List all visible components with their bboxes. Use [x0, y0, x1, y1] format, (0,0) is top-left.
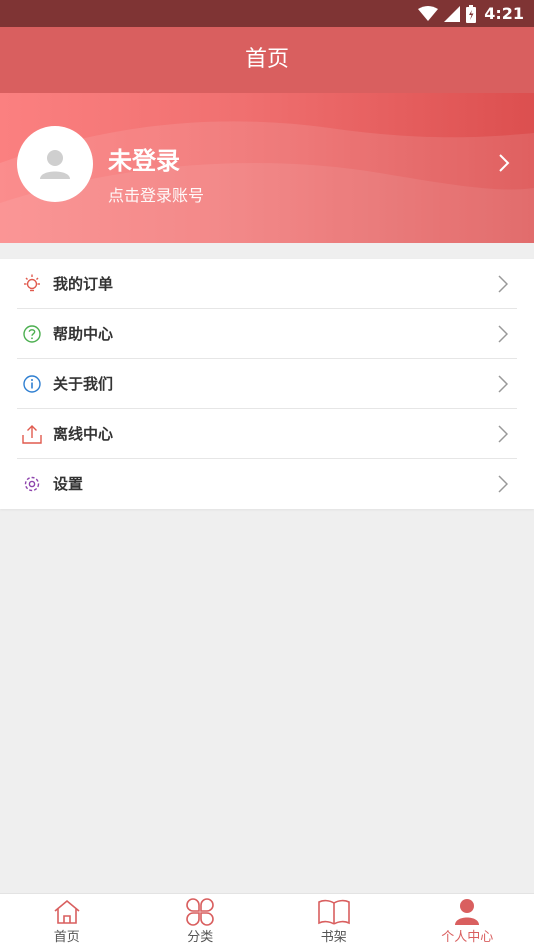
cell-signal-icon: [444, 5, 461, 22]
chevron-right-icon: [498, 275, 508, 293]
wifi-icon: [418, 5, 439, 21]
battery-icon: [466, 4, 477, 23]
lightbulb-icon: [24, 274, 40, 292]
tab-label: 首页: [53, 930, 80, 945]
status-time: 4:21: [484, 4, 524, 23]
tab-label: 个人中心: [441, 930, 494, 945]
menu-item-label: 设置: [53, 475, 84, 493]
tab-bookshelf[interactable]: 书架: [267, 894, 401, 950]
chevron-right-icon: [498, 475, 508, 493]
category-clover-icon: [186, 898, 215, 926]
person-icon: [40, 150, 70, 179]
menu-item-help[interactable]: 帮助中心: [0, 309, 534, 359]
chevron-right-icon: [498, 375, 508, 393]
question-circle-icon: [23, 325, 41, 343]
tab-category[interactable]: 分类: [134, 894, 268, 950]
menu-item-label: 帮助中心: [53, 325, 114, 343]
page-title: 首页: [244, 47, 289, 72]
menu-item-settings[interactable]: 设置: [0, 459, 534, 509]
chevron-right-icon[interactable]: [498, 153, 510, 173]
tab-profile[interactable]: 个人中心: [401, 894, 534, 950]
chevron-right-icon: [498, 425, 508, 443]
menu-item-label: 离线中心: [53, 425, 114, 443]
tab-label: 分类: [187, 930, 214, 945]
menu-item-offline[interactable]: 离线中心: [0, 409, 534, 459]
menu-item-label: 关于我们: [53, 375, 114, 393]
status-icons: 4:21: [418, 3, 524, 24]
menu-item-about[interactable]: 关于我们: [0, 359, 534, 409]
tab-home[interactable]: 首页: [0, 894, 134, 950]
chevron-right-icon: [498, 325, 508, 343]
bottom-tab-bar: 首页 分类 书架 个人中心: [0, 893, 534, 950]
login-prompt[interactable]: 点击登录账号: [108, 186, 204, 206]
menu-item-label: 我的订单: [53, 275, 114, 293]
avatar[interactable]: [17, 126, 93, 202]
settings-gear-icon: [24, 476, 40, 492]
open-book-icon: [317, 899, 350, 925]
home-icon: [54, 899, 80, 924]
menu-item-orders[interactable]: 我的订单: [0, 259, 534, 309]
status-bar: 4:21: [0, 0, 534, 27]
tab-label: 书架: [320, 930, 347, 945]
user-icon: [455, 899, 480, 925]
menu-list: 我的订单 帮助中心 关于我们 离线中心 设置: [0, 259, 534, 509]
profile-banner[interactable]: 未登录 点击登录账号: [0, 93, 534, 243]
info-circle-icon: [23, 375, 41, 393]
upload-icon: [22, 425, 42, 444]
login-status-title[interactable]: 未登录: [108, 146, 180, 176]
app-bar: 首页: [0, 27, 534, 93]
